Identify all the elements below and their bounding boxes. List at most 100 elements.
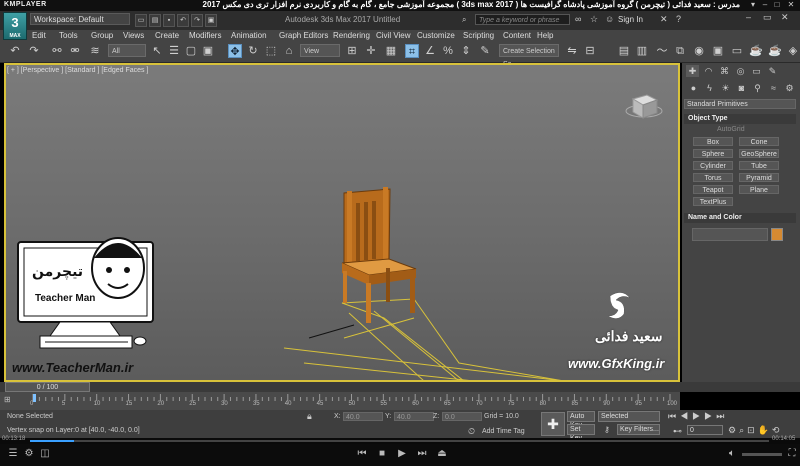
geometry-icon[interactable]: ● — [687, 82, 700, 94]
new-file-icon[interactable]: ▭ — [135, 14, 147, 27]
set-key-big-icon[interactable]: ✚ — [541, 412, 565, 436]
material-editor-icon[interactable]: ◉ — [692, 44, 706, 58]
selection-key-dropdown[interactable]: Selected — [598, 411, 660, 422]
next-frame-icon[interactable]: ▶ — [704, 411, 716, 421]
menu-help[interactable]: Help — [537, 30, 553, 41]
layer-explorer-icon[interactable]: ▤ — [617, 44, 631, 58]
selection-region-icon[interactable]: ▢ — [184, 44, 198, 58]
goto-start-icon[interactable]: ⏮ — [668, 411, 680, 421]
select-object-icon[interactable]: ↖ — [150, 44, 164, 58]
select-rotate-icon[interactable]: ↻ — [246, 44, 260, 58]
helpers-icon[interactable]: ⚲ — [751, 82, 764, 94]
motion-tab-icon[interactable]: ◎ — [734, 65, 747, 77]
cameras-icon[interactable]: ◙ — [735, 82, 748, 94]
spacewarps-icon[interactable]: ≈ — [767, 82, 780, 94]
menu-create[interactable]: Create — [155, 30, 179, 41]
object-type-rollout[interactable]: Object Type — [684, 114, 796, 124]
sphere-button[interactable]: Sphere — [693, 149, 733, 158]
textplus-button[interactable]: TextPlus — [693, 197, 733, 206]
tube-button[interactable]: Tube — [739, 161, 779, 170]
player-fullscreen-icon[interactable]: ⛶ — [785, 448, 799, 459]
player-minimize-icon[interactable]: – — [760, 0, 770, 10]
rendered-frame-window-icon[interactable]: ▭ — [730, 44, 744, 58]
player-prev-icon[interactable]: ⏮ — [355, 448, 369, 459]
app-menu-button[interactable]: 3 MAX — [3, 12, 27, 40]
modify-tab-icon[interactable]: ◠ — [702, 65, 715, 77]
object-name-field[interactable] — [692, 228, 768, 241]
star-icon[interactable]: ☆ — [590, 14, 598, 25]
menu-content[interactable]: Content — [503, 30, 531, 41]
sign-in-button[interactable]: Sign In — [618, 15, 643, 24]
key-mode-icon[interactable]: ⊷ — [673, 426, 682, 437]
player-pin-icon[interactable]: ▾ — [748, 0, 758, 10]
scene-explorer-icon[interactable]: ▥ — [635, 44, 649, 58]
schematic-view-icon[interactable]: ⧉ — [673, 44, 687, 58]
y-coordinate-field[interactable]: 40.0 — [394, 412, 434, 421]
reference-coordinate-dropdown[interactable]: View — [300, 44, 340, 57]
autogrid-checkbox[interactable]: AutoGrid — [717, 126, 745, 133]
key-filters-button[interactable]: Key Filters... — [617, 424, 660, 435]
help-icon[interactable]: ? — [676, 14, 681, 24]
save-file-icon[interactable]: ▪ — [163, 14, 175, 27]
player-play-icon[interactable]: ▶ — [395, 448, 409, 459]
object-category-dropdown[interactable]: Standard Primitives — [684, 99, 796, 109]
render-iterative-icon[interactable]: ☕ — [768, 44, 782, 58]
project-folder-icon[interactable]: ▣ — [205, 14, 217, 27]
app-minimize-icon[interactable]: – — [746, 12, 751, 22]
time-slider-track[interactable] — [0, 382, 800, 392]
orbit-icon[interactable]: ⟲ — [772, 425, 783, 435]
utilities-tab-icon[interactable]: ✎ — [766, 65, 779, 77]
select-by-name-icon[interactable]: ☰ — [167, 44, 181, 58]
player-volume-icon[interactable]: 🔈︎ — [725, 448, 739, 459]
named-selection-set-dropdown[interactable]: Create Selection Se — [499, 44, 559, 68]
render-production-icon[interactable]: ☕ — [749, 44, 763, 58]
select-scale-icon[interactable]: ⬚ — [264, 44, 278, 58]
app-close-icon[interactable]: ✕ — [781, 12, 789, 23]
z-coordinate-field[interactable]: 0.0 — [442, 412, 482, 421]
user-icon[interactable]: ☺ — [605, 14, 614, 24]
hierarchy-tab-icon[interactable]: ⌘ — [718, 65, 731, 77]
time-tag-icon[interactable]: ⏲︎ — [468, 426, 475, 437]
player-playlist-icon[interactable]: ☰ — [6, 448, 20, 459]
menu-views[interactable]: Views — [123, 30, 144, 41]
redo-quick-icon[interactable]: ↷ — [191, 14, 203, 27]
player-close-icon[interactable]: ✕ — [786, 0, 796, 10]
player-3d-icon[interactable]: ◫ — [38, 448, 52, 459]
undo-quick-icon[interactable]: ↶ — [177, 14, 189, 27]
cone-button[interactable]: Cone — [739, 137, 779, 146]
select-manipulate-icon[interactable]: ✛ — [364, 44, 378, 58]
menu-edit[interactable]: Edit — [32, 30, 46, 41]
menu-group[interactable]: Group — [91, 30, 113, 41]
select-place-icon[interactable]: ⌂ — [282, 44, 296, 58]
auto-key-button[interactable]: Auto Key — [567, 411, 595, 429]
a360-render-icon[interactable]: ◈ — [786, 44, 800, 58]
exchange-icon[interactable]: ✕ — [660, 14, 668, 25]
angle-snap-icon[interactable]: ∠ — [423, 44, 437, 58]
mirror-icon[interactable]: ⇋ — [565, 44, 579, 58]
player-next-icon[interactable]: ⏭ — [415, 448, 429, 459]
keyboard-shortcut-icon[interactable]: ▦ — [384, 44, 398, 58]
menu-rendering[interactable]: Rendering — [333, 30, 370, 41]
name-and-color-rollout[interactable]: Name and Color — [684, 213, 796, 223]
snaps-toggle-icon[interactable]: ⌗ — [405, 44, 419, 58]
align-icon[interactable]: ⊟ — [583, 44, 597, 58]
object-color-swatch[interactable] — [771, 228, 783, 241]
selection-filter-dropdown[interactable]: All — [108, 44, 146, 57]
geosphere-button[interactable]: GeoSphere — [739, 149, 779, 158]
create-tab-icon[interactable]: ✚ — [686, 65, 699, 77]
shapes-icon[interactable]: ϟ — [703, 82, 716, 94]
zoom-extents-icon[interactable]: ⊡ — [747, 425, 758, 435]
box-button[interactable]: Box — [693, 137, 733, 146]
mini-curve-editor-icon[interactable]: ⊞ — [4, 395, 11, 404]
app-restore-icon[interactable]: ▭ — [763, 12, 772, 23]
pan-icon[interactable]: ✋ — [758, 425, 772, 435]
player-stop-icon[interactable]: ■ — [375, 448, 389, 459]
edit-named-selection-icon[interactable]: ✎ — [478, 44, 492, 58]
teapot-button[interactable]: Teapot — [693, 185, 733, 194]
zoom-icon[interactable]: ⌕ — [739, 425, 747, 435]
player-settings-icon[interactable]: ⚙ — [22, 448, 36, 459]
time-slider-thumb[interactable]: 0 / 100 — [5, 382, 90, 392]
set-key-button[interactable]: Set Key — [567, 424, 595, 442]
menu-customize[interactable]: Customize — [417, 30, 455, 41]
help-search-input[interactable]: Type a keyword or phrase — [475, 14, 570, 25]
